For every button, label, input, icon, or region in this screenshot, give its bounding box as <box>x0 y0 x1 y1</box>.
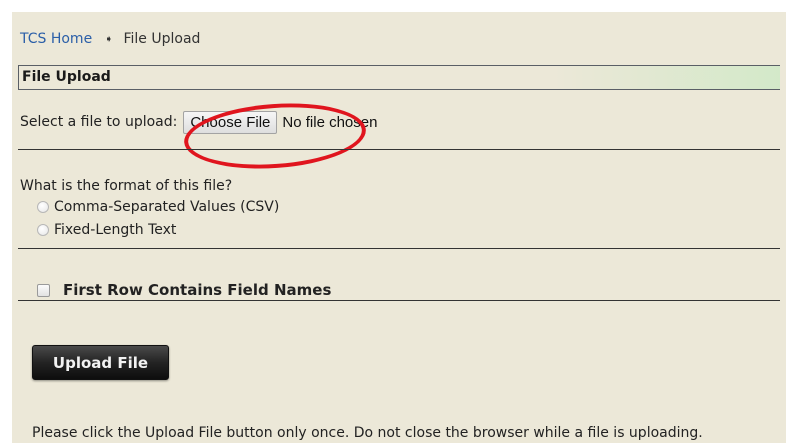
divider <box>18 149 780 150</box>
file-input-label: Select a file to upload: <box>20 114 178 130</box>
format-question: What is the format of this file? <box>20 178 233 194</box>
upload-file-button[interactable]: Upload File <box>32 345 169 380</box>
first-row-checkbox[interactable] <box>37 283 50 297</box>
divider <box>18 300 780 301</box>
section-title: File Upload <box>22 69 111 85</box>
section-header: File Upload <box>18 65 780 90</box>
radio-fixed-length-label: Fixed-Length Text <box>54 222 177 238</box>
format-option-fixed[interactable]: Fixed-Length Text <box>37 222 176 238</box>
breadcrumb-current: File Upload <box>123 31 201 47</box>
radio-csv-label: Comma-Separated Values (CSV) <box>54 199 280 215</box>
choose-file-button[interactable]: Choose File <box>183 110 278 134</box>
radio-fixed-length[interactable] <box>37 224 49 236</box>
breadcrumb-arrow-icon: ➧ <box>104 34 114 45</box>
page-panel: TCS Home ➧ File Upload File Upload Selec… <box>12 12 786 443</box>
breadcrumb-home-link[interactable]: TCS Home <box>20 31 92 47</box>
first-row-label: First Row Contains Field Names <box>63 281 332 299</box>
breadcrumb: TCS Home ➧ File Upload <box>20 31 200 47</box>
radio-csv[interactable] <box>37 201 49 213</box>
first-row-option[interactable]: First Row Contains Field Names <box>37 281 331 299</box>
format-option-csv[interactable]: Comma-Separated Values (CSV) <box>37 199 279 215</box>
upload-notice: Please click the Upload File button only… <box>32 425 703 441</box>
divider <box>18 248 780 249</box>
file-status-text: No file chosen <box>282 113 378 131</box>
file-input-row: Select a file to upload: Choose File No … <box>20 108 377 136</box>
